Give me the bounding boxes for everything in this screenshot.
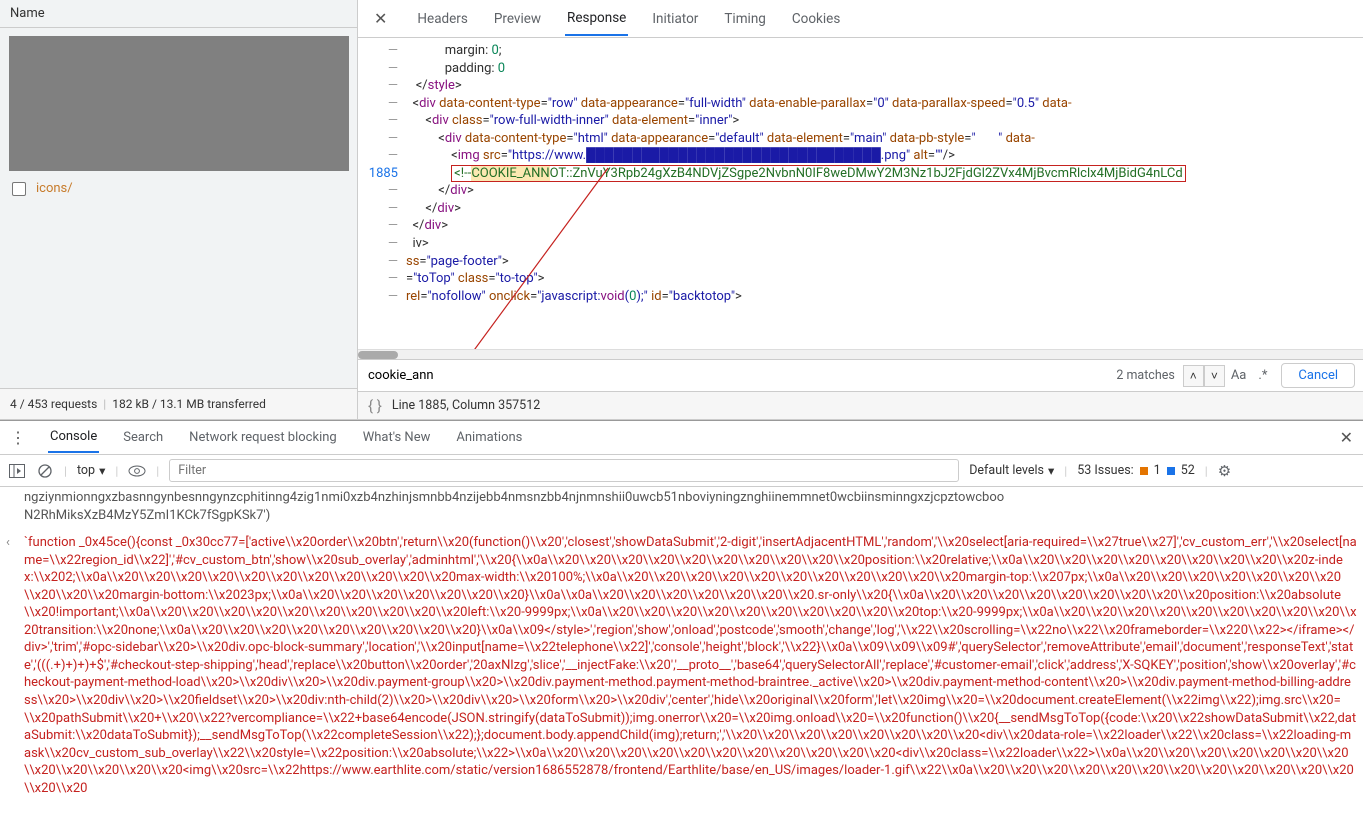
tab-search[interactable]: Search [121,423,165,452]
transferred-size: 182 kB / 13.1 MB transferred [112,397,266,411]
response-search-bar: 2 matches ˄ ˅ Aa .* Cancel [358,359,1363,391]
scroll-thumb[interactable] [358,351,398,359]
expand-icon[interactable]: ‹ [6,534,24,797]
request-row[interactable]: icons/ [6,173,351,204]
console-toolbar: | top ▾ | | Default levels ▾ | 53 Issues… [0,455,1363,487]
cursor-position: Line 1885, Column 357512 [392,398,540,413]
match-count: 2 matches [1108,368,1182,383]
tab-timing[interactable]: Timing [722,3,768,35]
request-thumbnail[interactable] [9,36,349,171]
chevron-down-icon: ▾ [1048,463,1054,479]
regex-toggle[interactable]: .* [1252,364,1273,387]
tab-initiator[interactable]: Initiator [650,3,700,35]
clear-console-icon[interactable] [36,462,54,480]
drawer-close-icon[interactable]: ✕ [1340,428,1353,447]
horizontal-scrollbar[interactable] [358,349,1363,359]
tab-response[interactable]: Response [565,2,628,36]
network-request-list: Name icons/ 4 / 453 requests | 182 kB / … [0,0,358,419]
more-tabs-icon[interactable]: ⋮ [10,428,26,447]
column-header-name[interactable]: Name [0,0,357,28]
tab-whats-new[interactable]: What's New [361,423,433,452]
case-sensitive-toggle[interactable]: Aa [1225,364,1253,387]
search-input[interactable] [358,362,1108,389]
sidebar-toggle-icon[interactable] [8,462,26,480]
tab-network-blocking[interactable]: Network request blocking [187,423,339,452]
detail-tabs: ✕ Headers Preview Response Initiator Tim… [358,0,1363,38]
requests-count: 4 / 453 requests [10,397,97,411]
tab-console[interactable]: Console [48,422,99,453]
checkbox[interactable] [12,182,26,196]
filter-input[interactable] [169,459,959,482]
warning-badge-icon [1140,467,1148,475]
context-selector[interactable]: top ▾ [77,463,105,479]
info-badge-icon [1167,467,1175,475]
drawer-tabs: ⋮ Console Search Network request blockin… [0,421,1363,455]
tab-animations[interactable]: Animations [454,423,524,452]
prev-match-button[interactable]: ˄ [1183,365,1204,387]
request-name: icons/ [36,181,73,196]
issues-counter[interactable]: 53 Issues: 1 52 [1077,463,1195,478]
live-expression-icon[interactable] [128,462,146,480]
console-message: ngziynmionngxzbasnngynbesnngynzcphitinng… [24,489,1357,507]
console-output[interactable]: ngziynmionngxzbasnngynbesnngynzcphitinng… [0,487,1363,837]
tab-headers[interactable]: Headers [415,3,469,35]
cancel-button[interactable]: Cancel [1281,363,1355,388]
tab-cookies[interactable]: Cookies [790,3,842,35]
close-icon[interactable]: ✕ [368,7,393,30]
next-match-button[interactable]: ˅ [1204,365,1225,387]
statusbar: { } Line 1885, Column 357512 [358,391,1363,419]
console-message: `function _0x45ce(){const _0x30cc77=['ac… [24,534,1357,797]
gear-icon[interactable]: ⚙ [1218,462,1231,480]
chevron-down-icon: ▾ [99,463,105,479]
pretty-print-icon[interactable]: { } [368,397,382,415]
log-levels-selector[interactable]: Default levels ▾ [969,463,1054,479]
tab-preview[interactable]: Preview [492,3,543,35]
console-message: N2RhMiksXzB4MzY5ZmI1KCk7fSgpKSk7') [24,507,1357,525]
network-footer: 4 / 453 requests | 182 kB / 13.1 MB tran… [0,388,357,419]
response-body[interactable]: — margin: 0;— padding: 0— </style>— <div… [358,38,1363,349]
